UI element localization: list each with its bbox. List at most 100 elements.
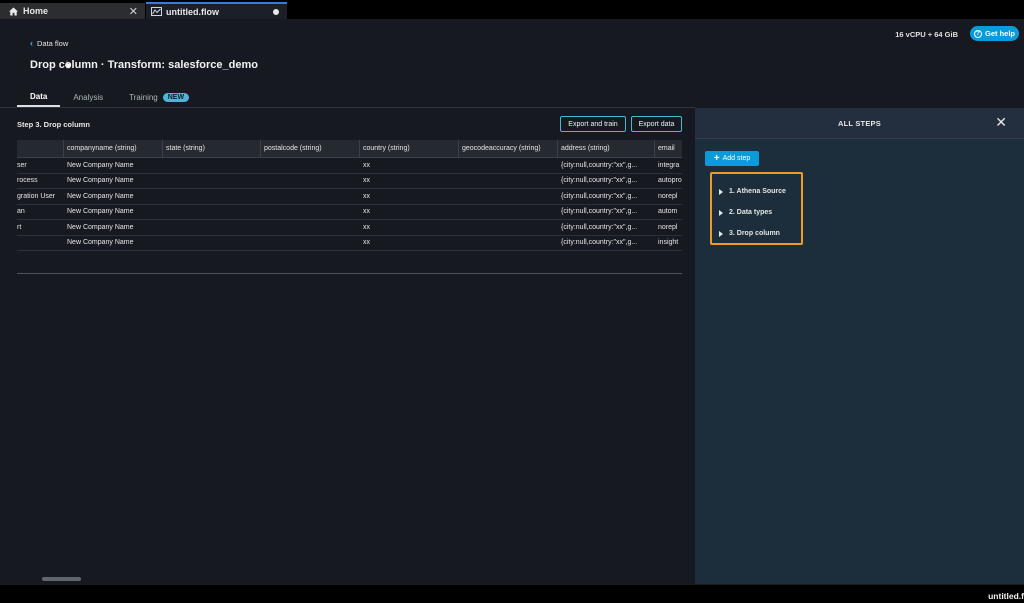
table-cell bbox=[459, 220, 558, 235]
table-row: rocess New Company Name xx {city:null,co… bbox=[17, 174, 682, 189]
status-bar: untitled.f bbox=[0, 584, 1024, 603]
caret-right-icon bbox=[719, 209, 723, 216]
table-cell bbox=[163, 220, 261, 235]
table-row: rt New Company Name xx {city:null,countr… bbox=[17, 220, 682, 236]
status-bar-filename: untitled.f bbox=[988, 591, 1024, 601]
table-cell: {city:null,country:"xx",g... bbox=[561, 177, 638, 185]
table-cell: {city:null,country:"xx",g... bbox=[561, 223, 638, 231]
export-and-train-button[interactable]: Export and train bbox=[560, 116, 626, 132]
table-cell bbox=[163, 158, 261, 173]
table-cell: New Company Name bbox=[67, 161, 134, 169]
table-bottom-border bbox=[17, 273, 682, 274]
table-cell: autom bbox=[658, 208, 678, 216]
editor-tab-bar: Home ✕ untitled.flow bbox=[0, 0, 1024, 19]
table-cell: insight bbox=[658, 239, 679, 247]
column-header[interactable]: email bbox=[655, 140, 682, 157]
table-cell: autopro bbox=[658, 177, 682, 185]
close-icon[interactable]: ✕ bbox=[995, 114, 1007, 131]
table-cell bbox=[459, 158, 558, 173]
data-wrangler-app: 16 vCPU + 64 GiB ? Get help ‹ Data flow … bbox=[0, 19, 1024, 584]
column-header[interactable]: country (string) bbox=[360, 140, 459, 157]
table-cell: xx bbox=[363, 161, 370, 169]
unsaved-dot-icon[interactable] bbox=[273, 9, 279, 15]
table-cell: New Company Name bbox=[67, 223, 134, 231]
step-label: 3. Drop column bbox=[729, 230, 780, 237]
tab-analysis-label: Analysis bbox=[73, 92, 104, 102]
step-title: Step 3. Drop column bbox=[17, 120, 90, 129]
table-cell bbox=[261, 205, 360, 220]
table-cell bbox=[261, 158, 360, 173]
table-cell bbox=[163, 236, 261, 251]
tab-training[interactable]: Training NEW bbox=[116, 87, 202, 107]
back-to-data-flow-link[interactable]: ‹ Data flow bbox=[30, 38, 68, 48]
add-step-label: Add step bbox=[722, 155, 751, 162]
tab-training-label: Training bbox=[129, 92, 158, 102]
step-item[interactable]: 2. Data types bbox=[719, 209, 772, 216]
close-icon[interactable]: ✕ bbox=[129, 5, 138, 18]
column-header[interactable]: state (string) bbox=[163, 140, 261, 157]
table-cell: New Company Name bbox=[67, 239, 134, 247]
back-label: Data flow bbox=[37, 38, 69, 48]
tab-untitled-flow[interactable]: untitled.flow bbox=[146, 2, 287, 19]
table-cell bbox=[163, 189, 261, 204]
tab-data-label: Data bbox=[30, 91, 48, 101]
table-row: an New Company Name xx {city:null,countr… bbox=[17, 205, 682, 220]
column-header[interactable]: companyname (string) bbox=[64, 140, 163, 157]
question-icon: ? bbox=[973, 29, 982, 38]
table-cell: {city:null,country:"xx",g... bbox=[561, 161, 638, 169]
caret-right-icon bbox=[719, 188, 723, 195]
new-badge: NEW bbox=[162, 92, 190, 102]
tab-home[interactable]: Home ✕ bbox=[0, 3, 145, 19]
table-header-row: companyname (string) state (string) post… bbox=[17, 140, 682, 158]
step-label: 1. Athena Source bbox=[729, 188, 786, 195]
table-cell bbox=[17, 236, 64, 251]
tab-flow-label: untitled.flow bbox=[166, 6, 219, 17]
table-cell bbox=[261, 220, 360, 235]
table-cell: xx bbox=[363, 177, 370, 185]
table-cell: ser bbox=[17, 161, 27, 169]
tabs-divider bbox=[0, 107, 695, 108]
view-tabs: Data Analysis Training NEW bbox=[17, 87, 202, 107]
column-header[interactable]: postalcode (string) bbox=[261, 140, 360, 157]
table-cell bbox=[163, 205, 261, 220]
table-cell: xx bbox=[363, 223, 370, 231]
table-cell bbox=[261, 174, 360, 189]
table-cell: New Company Name bbox=[67, 208, 134, 216]
horizontal-scrollbar[interactable] bbox=[42, 577, 81, 581]
table-cell bbox=[459, 236, 558, 251]
column-header[interactable] bbox=[17, 140, 64, 157]
table-row: ser New Company Name xx {city:null,count… bbox=[17, 158, 682, 174]
home-icon bbox=[9, 6, 18, 16]
add-step-button[interactable]: + Add step bbox=[705, 151, 759, 166]
caret-right-icon bbox=[719, 230, 723, 237]
instance-resources[interactable]: 16 vCPU + 64 GiB bbox=[895, 30, 958, 39]
table-cell: an bbox=[17, 208, 25, 216]
step-item[interactable]: 3. Drop column bbox=[719, 230, 780, 237]
table-cell: xx bbox=[363, 208, 370, 216]
column-header[interactable]: geocodeaccuracy (string) bbox=[459, 140, 558, 157]
table-cell: rocess bbox=[17, 177, 38, 185]
table-cell: gration User bbox=[17, 192, 56, 200]
chevron-left-icon: ‹ bbox=[30, 38, 33, 48]
steps-list: 1. Athena Source 2. Data types 3. Drop c… bbox=[710, 172, 803, 245]
tab-analysis[interactable]: Analysis bbox=[60, 87, 116, 107]
all-steps-panel: ALL STEPS ✕ + Add step 1. Athena Source … bbox=[695, 108, 1024, 584]
tab-home-label: Home bbox=[23, 6, 49, 16]
get-help-button[interactable]: ? Get help bbox=[970, 26, 1019, 41]
table-cell bbox=[261, 236, 360, 251]
table-cell bbox=[459, 189, 558, 204]
flow-icon bbox=[151, 7, 162, 16]
table-cell: xx bbox=[363, 239, 370, 247]
tab-data[interactable]: Data bbox=[17, 87, 61, 107]
table-cell: {city:null,country:"xx",g... bbox=[561, 208, 638, 216]
table-cell: New Company Name bbox=[67, 192, 134, 200]
table-cell: xx bbox=[363, 192, 370, 200]
table-cell: New Company Name bbox=[67, 177, 134, 185]
table-cell bbox=[163, 174, 261, 189]
table-cell bbox=[459, 174, 558, 189]
column-header[interactable]: address (string) bbox=[558, 140, 655, 157]
step-label: 2. Data types bbox=[729, 209, 773, 216]
step-item[interactable]: 1. Athena Source bbox=[719, 188, 786, 195]
get-help-label: Get help bbox=[984, 29, 1015, 38]
export-data-button[interactable]: Export data bbox=[631, 116, 682, 132]
